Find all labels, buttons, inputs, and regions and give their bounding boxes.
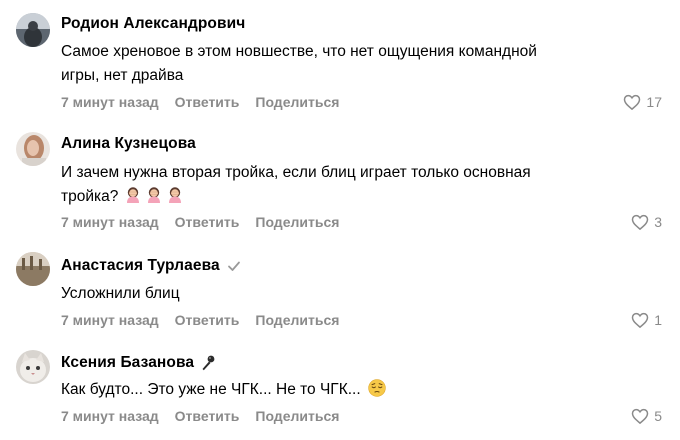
reply-button[interactable]: Ответить [175,312,240,328]
comment-text: И зачем нужна вторая тройка, если блиц и… [61,161,661,209]
avatar[interactable] [16,13,50,47]
share-button[interactable]: Поделиться [255,408,339,424]
comment-text-line: Как будто... Это уже не ЧГК... Не то ЧГК… [61,381,361,398]
pensive-face-emoji [367,379,386,397]
share-button[interactable]: Поделиться [255,312,339,328]
microphone-icon [199,354,217,372]
timestamp[interactable]: 7 минут назад [61,214,159,230]
author-name[interactable]: Родион Александрович [61,15,245,33]
comment-text-line: Самое хреновое в этом новшестве, что нет… [61,43,537,60]
like-button[interactable]: 17 [623,92,662,112]
like-count: 17 [646,94,662,110]
comment-text-line: И зачем нужна вторая тройка, если блиц и… [61,164,531,181]
like-button[interactable]: 1 [631,310,662,330]
heart-icon [631,214,649,230]
comment-text-line: тройка? [61,188,119,205]
avatar[interactable] [16,132,50,166]
comment-text: Самое хреновое в этом новшестве, что нет… [61,40,661,88]
author-name[interactable]: Алина Кузнецова [61,135,196,153]
author-name[interactable]: Ксения Базанова [61,354,194,372]
checkmark-icon [225,257,243,275]
share-button[interactable]: Поделиться [255,214,339,230]
timestamp[interactable]: 7 минут назад [61,94,159,110]
timestamp[interactable]: 7 минут назад [61,408,159,424]
like-count: 5 [654,408,662,424]
like-button[interactable]: 5 [631,406,662,426]
like-count: 3 [654,214,662,230]
woman-facepalming-emoji [145,186,163,204]
comment-text: Усложнили блиц [61,282,661,306]
reply-button[interactable]: Ответить [175,94,240,110]
comment-meta: 7 минут назад Ответить Поделиться [61,212,355,232]
timestamp[interactable]: 7 минут назад [61,312,159,328]
avatar[interactable] [16,252,50,286]
comment-meta: 7 минут назад Ответить Поделиться [61,406,355,426]
heart-icon [631,408,649,424]
reply-button[interactable]: Ответить [175,408,240,424]
like-count: 1 [654,312,662,328]
like-button[interactable]: 3 [631,212,662,232]
woman-facepalming-emoji [124,186,142,204]
share-button[interactable]: Поделиться [255,94,339,110]
woman-facepalming-emoji [166,186,184,204]
comment-text-line: Усложнили блиц [61,285,180,302]
comment-meta: 7 минут назад Ответить Поделиться [61,310,355,330]
comment-text-line: игры, нет драйва [61,67,184,84]
heart-icon [624,94,641,110]
heart-icon [631,312,649,328]
author-name[interactable]: Анастасия Турлаева [61,257,220,275]
reply-button[interactable]: Ответить [175,214,240,230]
avatar[interactable] [16,350,50,384]
comment-meta: 7 минут назад Ответить Поделиться [61,92,355,112]
comment-text: Как будто... Это уже не ЧГК... Не то ЧГК… [61,378,661,402]
